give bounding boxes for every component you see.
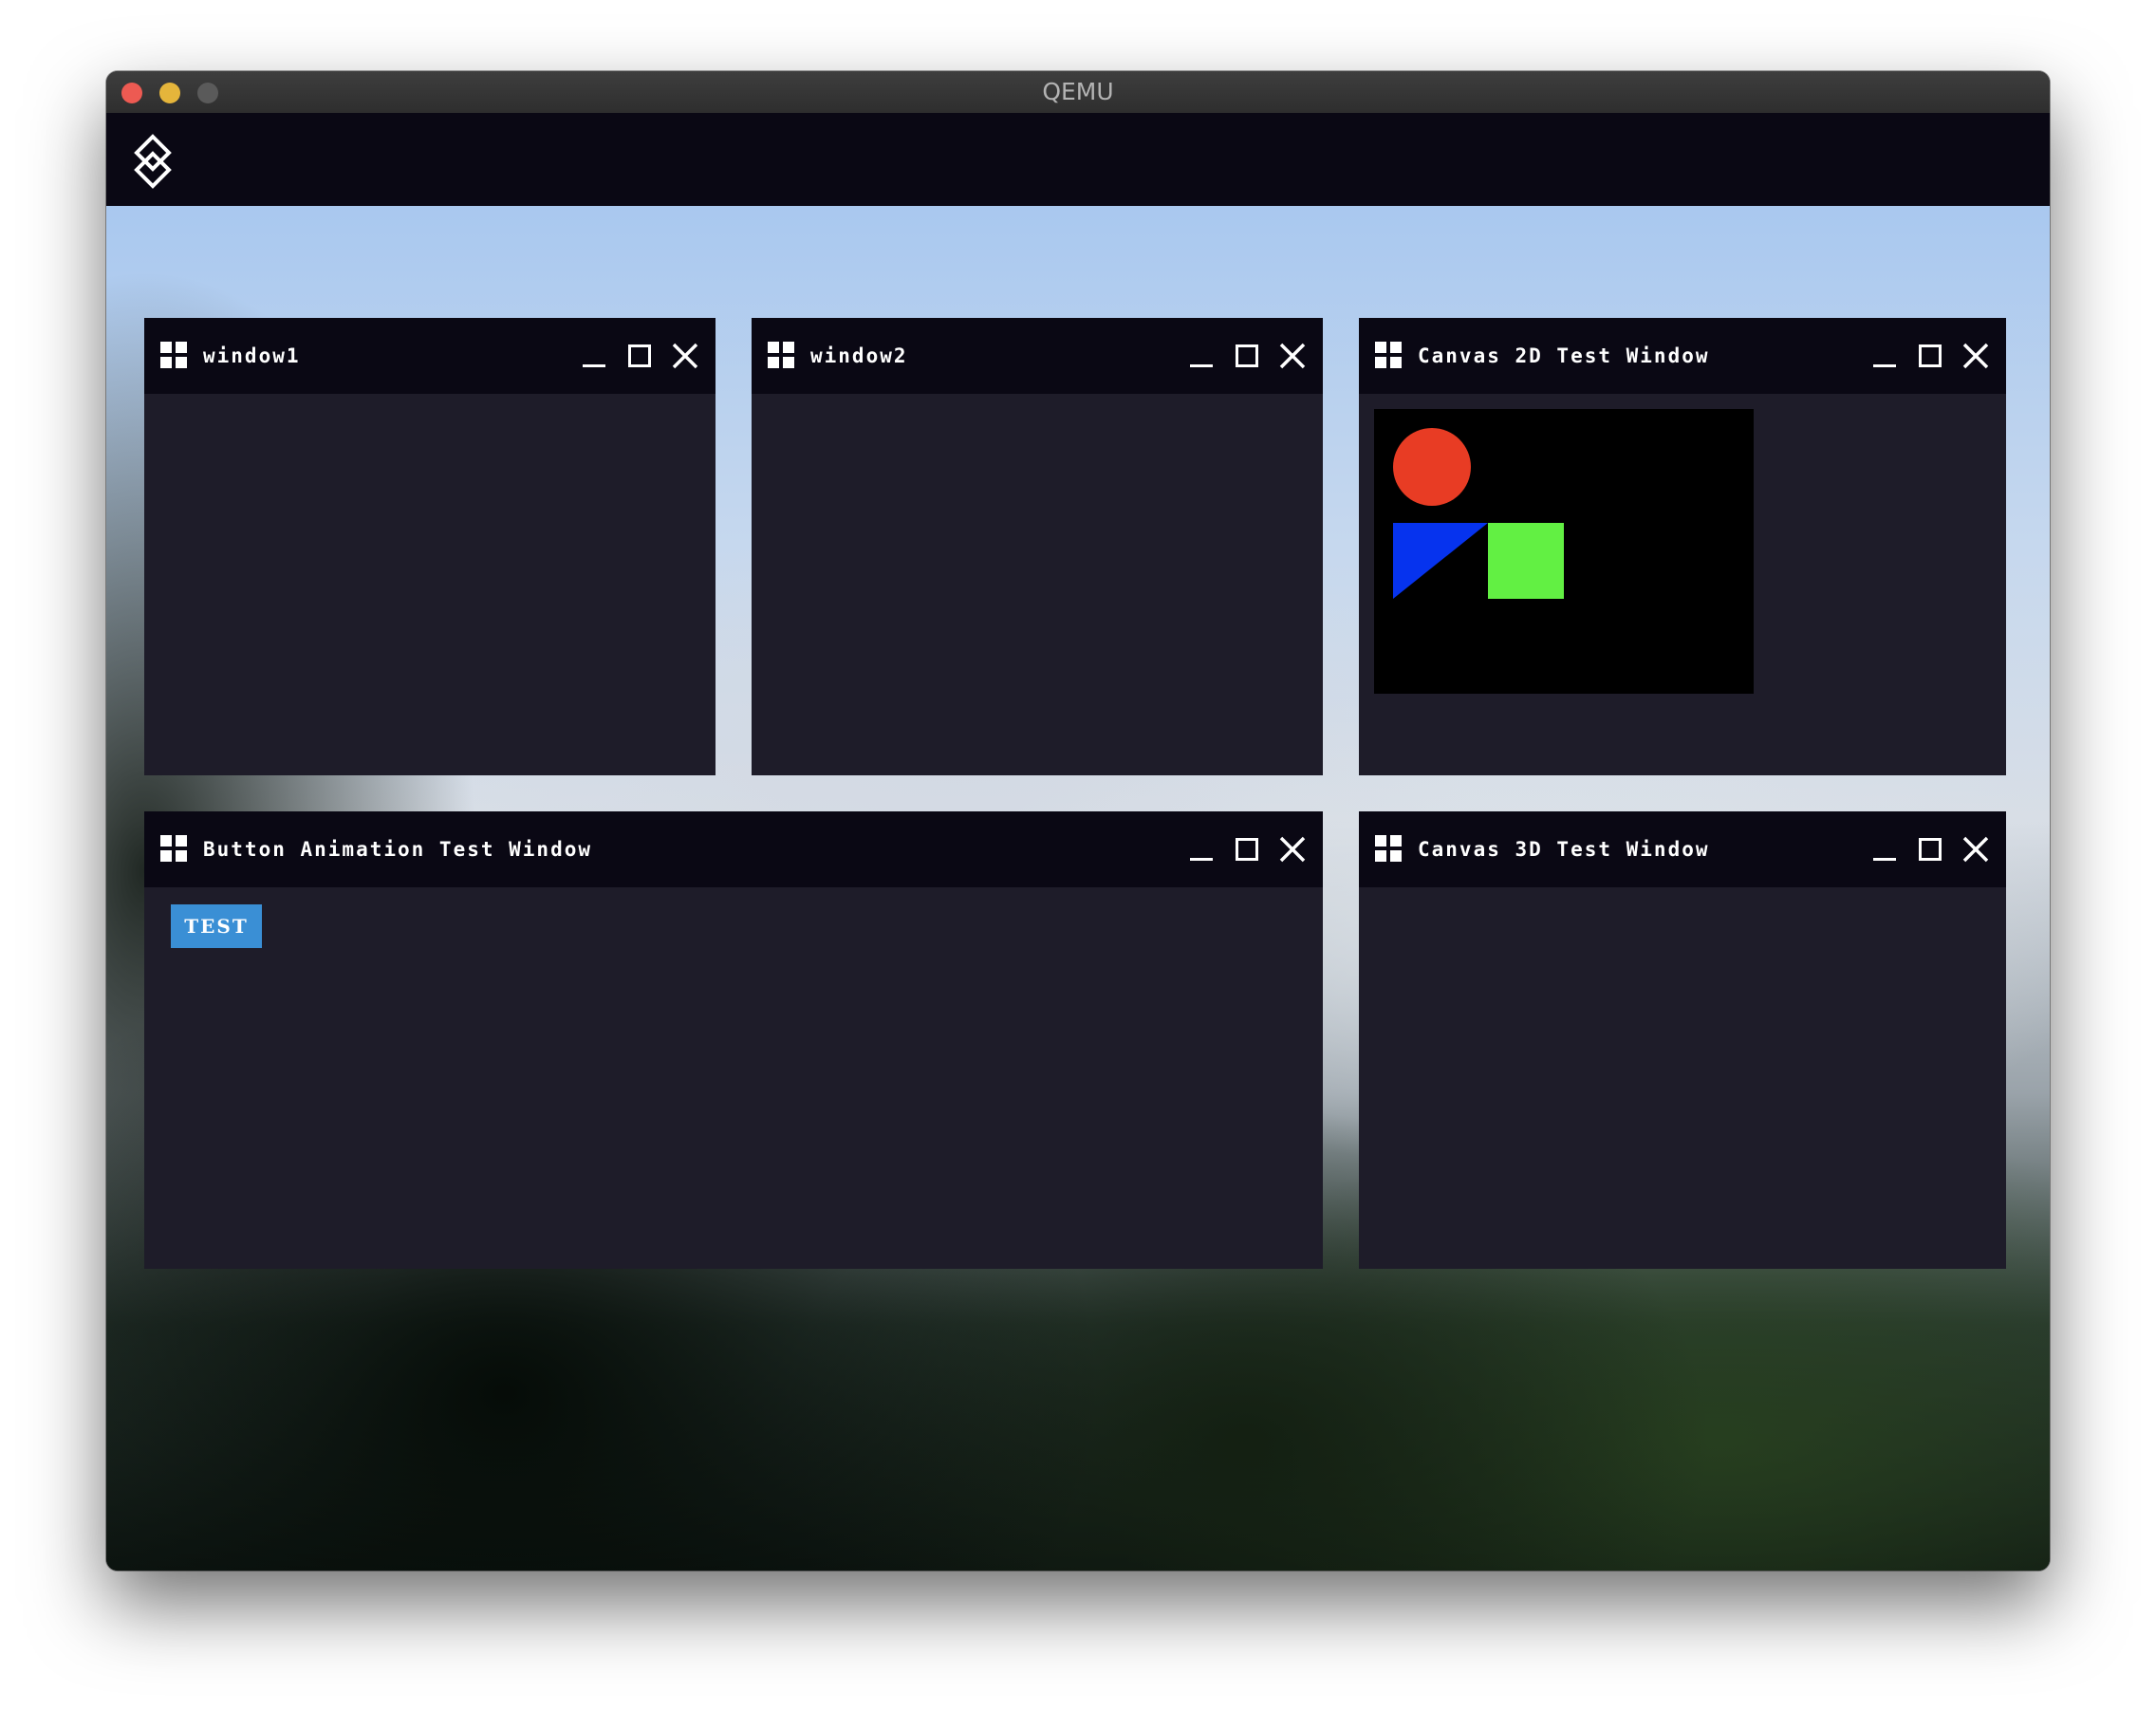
minimize-icon[interactable] — [1869, 341, 1900, 371]
diamond-logo-icon[interactable] — [131, 134, 175, 189]
green-square-shape — [1488, 523, 1564, 599]
app-window-canvas-2d[interactable]: Canvas 2D Test Window — [1359, 318, 2006, 775]
close-icon[interactable] — [1277, 834, 1308, 865]
maximize-icon[interactable] — [1915, 834, 1945, 865]
app-window-button-animation[interactable]: Button Animation Test Window TEST — [144, 811, 1323, 1269]
grid-icon — [160, 342, 187, 368]
desktop-wallpaper: window1 window2 Canvas 2D Test Window Bu… — [106, 206, 2050, 1571]
window-header[interactable]: Canvas 3D Test Window — [1359, 811, 2006, 887]
window-title: window1 — [203, 344, 301, 367]
maximize-icon[interactable] — [624, 341, 655, 371]
canvas-2d[interactable] — [1374, 409, 1754, 694]
test-button[interactable]: TEST — [171, 904, 262, 948]
window-title: Canvas 2D Test Window — [1418, 344, 1710, 367]
grid-icon — [768, 342, 794, 368]
window-header[interactable]: window2 — [752, 318, 1323, 394]
maximize-icon[interactable] — [1915, 341, 1945, 371]
grid-icon — [1375, 835, 1402, 862]
window-title: Button Animation Test Window — [203, 838, 593, 861]
minimize-icon[interactable] — [579, 341, 609, 371]
app-window-window1[interactable]: window1 — [144, 318, 716, 775]
os-top-bar — [106, 113, 2050, 206]
close-icon[interactable] — [1961, 341, 1991, 371]
grid-icon — [1375, 342, 1402, 368]
app-window-canvas-3d[interactable]: Canvas 3D Test Window — [1359, 811, 2006, 1269]
maximize-icon[interactable] — [1232, 341, 1262, 371]
close-icon[interactable] — [1277, 341, 1308, 371]
red-circle-shape — [1393, 428, 1471, 506]
qemu-window: QEMU window1 window2 Canvas 2D Test Wind… — [106, 71, 2050, 1571]
minimize-icon[interactable] — [1869, 834, 1900, 865]
window-header[interactable]: Canvas 2D Test Window — [1359, 318, 2006, 394]
window-header[interactable]: Button Animation Test Window — [144, 811, 1323, 887]
minimize-icon[interactable] — [1186, 834, 1217, 865]
maximize-icon[interactable] — [1232, 834, 1262, 865]
window-title: QEMU — [1042, 78, 1114, 105]
window-title: window2 — [810, 344, 908, 367]
grid-icon — [160, 835, 187, 862]
close-icon[interactable] — [670, 341, 700, 371]
window-header[interactable]: window1 — [144, 318, 716, 394]
mac-titlebar[interactable]: QEMU — [106, 71, 2050, 114]
window-title: Canvas 3D Test Window — [1418, 838, 1710, 861]
app-window-window2[interactable]: window2 — [752, 318, 1323, 775]
minimize-icon[interactable] — [1186, 341, 1217, 371]
close-icon[interactable] — [1961, 834, 1991, 865]
